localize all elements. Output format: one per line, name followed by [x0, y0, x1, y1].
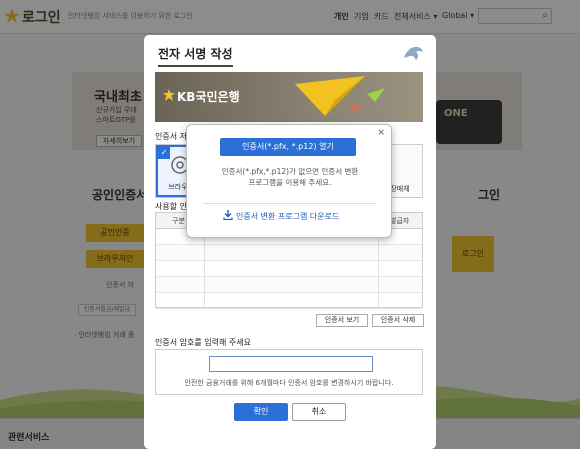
- paper-plane-icon: [295, 76, 385, 116]
- download-link-label: 인증서 변환 프로그램 다운로드: [236, 212, 340, 221]
- kb-banner: KB국민은행: [155, 72, 423, 122]
- divider: [203, 203, 377, 204]
- table-row[interactable]: [156, 245, 422, 261]
- password-input[interactable]: [209, 356, 373, 372]
- column-issuer: 발급자: [390, 217, 410, 225]
- cancel-button[interactable]: 취소: [292, 403, 346, 421]
- column-type: 구분: [172, 217, 185, 225]
- close-icon[interactable]: ×: [377, 128, 385, 138]
- dolphin-icon: [404, 46, 423, 60]
- open-cert-file-button[interactable]: 인증서(*.pfx, *.p12) 열기: [220, 138, 356, 156]
- table-row[interactable]: [156, 261, 422, 277]
- converter-download-link[interactable]: 인증서 변환 프로그램 다운로드: [223, 210, 339, 222]
- cert-open-popup: × 인증서(*.pfx, *.p12) 열기 인증서(*.pfx,*.p12)가…: [186, 124, 392, 238]
- check-icon: ✓: [158, 147, 170, 159]
- delete-cert-button[interactable]: 인증서 삭제: [372, 314, 424, 327]
- table-row[interactable]: [156, 277, 422, 293]
- kb-star-icon: [163, 89, 175, 101]
- popup-description: 인증서(*.pfx,*.p12)가 없으면 인증서 변환 프로그램을 이용해 주…: [197, 166, 383, 188]
- download-icon: [223, 210, 233, 220]
- view-cert-button[interactable]: 인증서 보기: [316, 314, 368, 327]
- table-row[interactable]: [156, 293, 422, 309]
- dialog-title: 전자 서명 작성: [158, 45, 233, 67]
- popup-desc-line1: 인증서(*.pfx,*.p12)가 없으면 인증서 변환: [221, 167, 359, 176]
- kb-banner-logo: KB국민은행: [177, 90, 240, 104]
- cert-list-label: 사용할 인: [155, 202, 187, 211]
- media-label: 인증서 저: [155, 132, 187, 141]
- password-label: 인증서 암호를 입력해 주세요: [155, 338, 251, 347]
- password-note: 안전한 금융거래를 위해 6개월마다 인증서 암호를 변경하시기 바랍니다.: [184, 379, 394, 387]
- password-box: 안전한 금융거래를 위해 6개월마다 인증서 암호를 변경하시기 바랍니다.: [155, 349, 423, 395]
- ok-button[interactable]: 확인: [234, 403, 288, 421]
- popup-desc-line2: 프로그램을 이용해 주세요.: [248, 178, 332, 187]
- e-signature-dialog: 전자 서명 작성 KB국민은행 인증서 저 ✓ 브라우 장매체 사용할 인 구분…: [144, 35, 436, 449]
